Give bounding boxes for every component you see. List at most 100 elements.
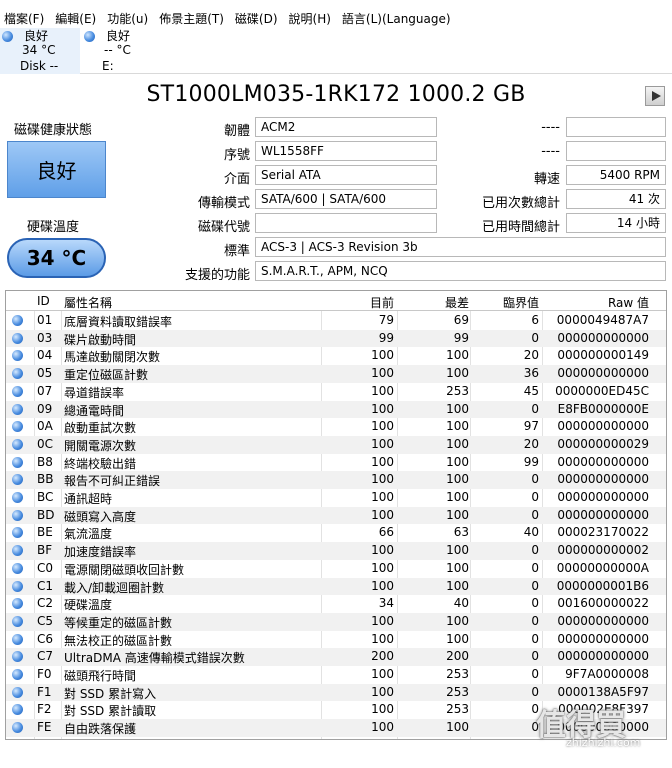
menu-disk[interactable]: 磁碟(D) [235, 10, 278, 27]
table-row[interactable]: 0A 啟動重試次數 100 100 97 000000000000 [6, 418, 666, 436]
cell-worst: 100 [446, 613, 469, 628]
cell-id: 05 [37, 366, 53, 381]
disk-tab-0[interactable]: 良好 34 °C Disk -- [0, 28, 80, 74]
cell-id: F2 [37, 702, 52, 717]
table-row[interactable]: 04 馬達啟動關閉次數 100 100 20 000000000149 [6, 347, 666, 365]
menu-file[interactable]: 檔案(F) [4, 10, 44, 27]
cell-threshold: 0 [531, 649, 539, 664]
drive-letter-field [255, 213, 437, 233]
table-row[interactable]: 0C 開關電源次數 100 100 20 000000000029 [6, 435, 666, 454]
rotation-field: 5400 RPM [566, 165, 666, 185]
cell-id: 09 [37, 401, 53, 416]
disk-status: 良好 [106, 29, 131, 43]
cell-raw: 0000000001B6 [556, 578, 649, 593]
table-row[interactable]: F0 磁頭飛行時間 100 253 0 9F7A0000008 [6, 666, 666, 684]
table-row[interactable]: 05 重定位磁區計數 100 100 36 000000000000 [6, 365, 666, 383]
cell-threshold: 0 [531, 507, 539, 522]
cell-id: C5 [37, 613, 54, 628]
status-good-icon [2, 31, 13, 42]
menu-theme[interactable]: 佈景主題(T) [159, 10, 224, 27]
table-row[interactable]: C1 載入/卸載迴圈計數 100 100 0 0000000001B6 [6, 577, 666, 596]
disk-tab-1[interactable]: 良好 -- °C E: [82, 28, 162, 74]
cell-threshold: 0 [531, 631, 539, 646]
table-row[interactable]: C2 硬碟溫度 34 40 0 001600000022 [6, 595, 666, 613]
temperature-button[interactable]: 34 °C [7, 238, 106, 278]
header-name[interactable]: 屬性名稱 [64, 294, 112, 311]
cell-name: 對 SSD 累計讀取 [64, 704, 157, 719]
cell-current: 100 [371, 578, 394, 593]
cell-worst: 253 [446, 667, 469, 681]
table-row[interactable]: C0 電源關閉磁頭收回計數 100 100 0 00000000000A [6, 560, 666, 578]
disk-name: E: [102, 59, 114, 73]
unused-field-2 [566, 141, 666, 161]
table-row[interactable]: 07 尋道錯誤率 100 253 45 0000000ED45C [6, 383, 666, 401]
cell-threshold: 0 [531, 684, 539, 699]
status-good-icon [12, 509, 23, 521]
disk-name: Disk -- [20, 59, 59, 73]
transfer-mode-label: 傳輸模式 [197, 196, 250, 211]
status-good-icon [12, 704, 23, 716]
interface-field: Serial ATA [255, 165, 437, 185]
cell-id: BF [37, 543, 53, 558]
table-row[interactable]: F1 對 SSD 累計寫入 100 253 0 0000138A5F97 [6, 683, 666, 702]
cell-name: 對 SSD 累計寫入 [64, 686, 157, 701]
cell-name: 電源關閉磁頭收回計數 [64, 562, 185, 577]
cell-name: 無法校正的磁區計數 [64, 633, 173, 648]
table-row[interactable]: 01 底層資料讀取錯誤率 79 69 6 0000049487A7 [6, 312, 666, 330]
cell-id: C2 [37, 596, 54, 611]
cell-raw: 000000000000 [557, 631, 649, 646]
health-status-button[interactable]: 良好 [7, 141, 106, 198]
status-good-icon [12, 562, 23, 574]
table-row[interactable]: C5 等候重定的磁區計數 100 100 0 000000000000 [6, 612, 666, 631]
header-worst[interactable]: 最差 [445, 294, 469, 311]
cell-name: 加速度錯誤率 [64, 545, 137, 560]
cell-worst: 253 [446, 383, 469, 398]
next-disk-button[interactable] [645, 86, 665, 106]
status-good-icon [12, 315, 23, 326]
cell-name: 載入/卸載迴圈計數 [64, 580, 165, 595]
serial-field: WL1558FF [255, 141, 437, 161]
status-good-icon [12, 580, 23, 592]
cell-current: 100 [371, 366, 394, 381]
table-row[interactable]: BD 磁頭寫入高度 100 100 0 000000000000 [6, 506, 666, 525]
header-threshold[interactable]: 臨界值 [503, 294, 539, 311]
smart-attribute-table[interactable]: ID 屬性名稱 目前 最差 臨界值 Raw 值 01 底層資料讀取錯誤率 79 69 6… [5, 290, 667, 740]
menu-help[interactable]: 說明(H) [289, 10, 331, 27]
table-row[interactable]: BE 氣流溫度 66 63 40 000023170022 [6, 524, 666, 542]
cell-threshold: 0 [531, 613, 539, 628]
status-good-icon [12, 438, 23, 450]
cell-threshold: 97 [523, 419, 539, 434]
menu-edit[interactable]: 編輯(E) [55, 10, 96, 27]
menu-language[interactable]: 語言(L)(Language) [342, 10, 451, 27]
table-row[interactable]: BF 加速度錯誤率 100 100 0 000000000002 [6, 542, 666, 560]
status-good-icon [12, 722, 23, 734]
menu-function[interactable]: 功能(u) [107, 10, 148, 27]
table-row[interactable]: B8 終端校驗出錯 100 100 99 000000000000 [6, 454, 666, 472]
cell-id: C7 [37, 649, 54, 664]
header-current[interactable]: 目前 [370, 294, 394, 311]
table-row[interactable]: 09 總通電時間 100 100 0 E8FB0000000E [6, 400, 666, 419]
cell-name: 底層資料讀取錯誤率 [64, 315, 173, 329]
table-row[interactable]: BB 報告不可糾正錯誤 100 100 0 000000000000 [6, 471, 666, 489]
unused-label-1: ---- [541, 120, 560, 135]
cell-id: FE [37, 720, 52, 735]
table-row[interactable]: BC 通訊超時 100 100 0 000000000000 [6, 489, 666, 507]
cell-current: 100 [371, 667, 394, 681]
cell-name: 碟片啟動時間 [64, 332, 137, 347]
cell-raw: 9F7A0000008 [565, 667, 649, 681]
cell-current: 100 [371, 543, 394, 558]
table-row[interactable]: C7 UltraDMA 高速傳輸模式錯誤次數 200 200 0 000000000000 [6, 648, 666, 666]
table-row[interactable]: C6 無法校正的磁區計數 100 100 0 000000000000 [6, 631, 666, 649]
status-good-icon [12, 385, 23, 397]
cell-current: 100 [371, 419, 394, 434]
cell-worst: 40 [453, 596, 469, 611]
header-raw[interactable]: Raw 值 [608, 294, 649, 311]
cell-current: 100 [371, 631, 394, 646]
status-good-icon [12, 633, 23, 645]
status-good-icon [12, 598, 23, 610]
table-row[interactable]: 03 碟片啟動時間 99 99 0 000000000000 [6, 329, 666, 348]
status-good-icon [12, 332, 23, 344]
header-id[interactable]: ID [37, 294, 50, 308]
cell-worst: 100 [446, 560, 469, 575]
watermark-url: zhizhizhi.com [566, 736, 641, 749]
